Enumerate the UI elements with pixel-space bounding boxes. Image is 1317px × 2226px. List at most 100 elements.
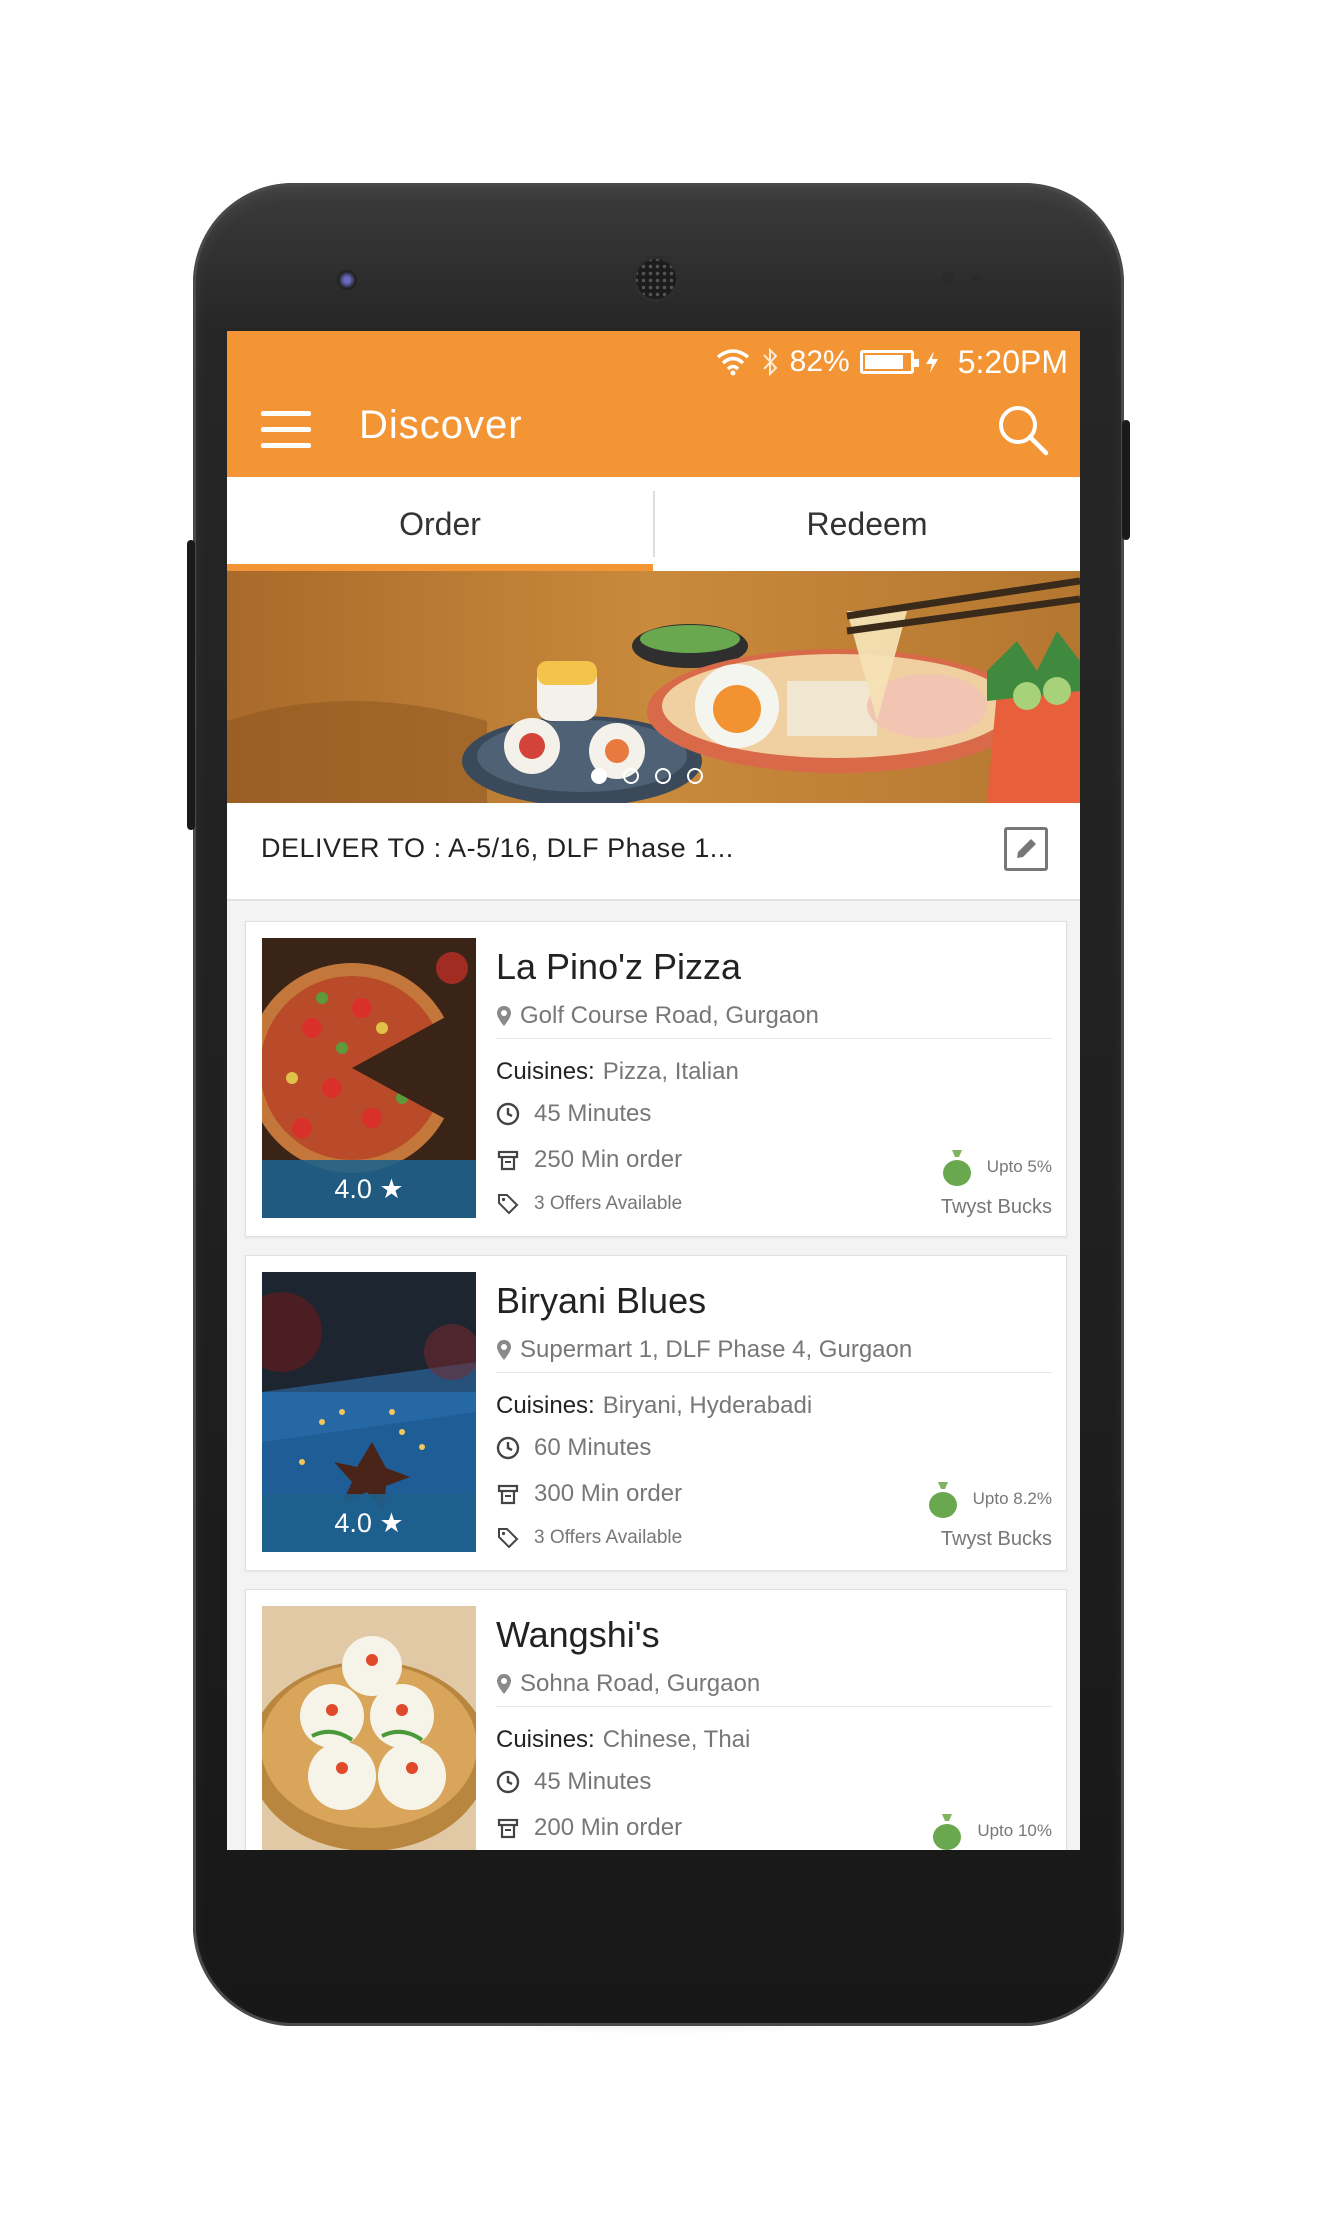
- delivery-time-row: 60 Minutes: [496, 1434, 651, 1462]
- cuisines-label: Cuisines:: [496, 1058, 595, 1085]
- min-order-row: 200 Min order: [496, 1814, 682, 1842]
- min-order-row: 300 Min order: [496, 1480, 682, 1508]
- delivery-address-bar[interactable]: DELIVER TO : A-5/16, DLF Phase 1...: [227, 803, 1080, 901]
- delivery-time: 45 Minutes: [534, 1768, 652, 1795]
- wifi-icon: [716, 349, 749, 376]
- receipt-icon: [497, 1484, 519, 1505]
- restaurant-address: Supermart 1, DLF Phase 4, Gurgaon: [496, 1336, 912, 1364]
- volume-button: [187, 540, 195, 830]
- tab-redeem[interactable]: Redeem: [654, 477, 1080, 571]
- tab-order[interactable]: Order: [227, 477, 653, 571]
- pagination-dot[interactable]: [623, 768, 639, 784]
- restaurant-image-pizza: 4.0 ★: [262, 938, 476, 1218]
- search-icon: [999, 406, 1049, 456]
- cuisines-value: Chinese, Thai: [602, 1726, 751, 1753]
- page-title: Discover: [359, 403, 523, 447]
- restaurant-image-biryani: 4.0 ★: [262, 1272, 476, 1552]
- bucks-percent: Upto 8.2%: [972, 1489, 1052, 1508]
- app-bar: 82% 5:20PM Discover: [227, 331, 1080, 477]
- tag-icon: [498, 1528, 519, 1549]
- cuisines-row: Cuisines: Biryani, Hyderabadi: [496, 1392, 812, 1420]
- receipt-icon: [497, 1818, 519, 1839]
- twyst-bucks: Upto 8.2% Twyst Bucks: [927, 1480, 1052, 1551]
- delivery-time-row: 45 Minutes: [496, 1100, 651, 1128]
- menu-icon: [261, 411, 311, 416]
- bucks-label: Twyst Bucks: [940, 1196, 1052, 1218]
- restaurant-name: La Pino'z Pizza: [496, 946, 742, 987]
- battery-icon: [859, 350, 919, 374]
- restaurant-card[interactable]: 4.0 ★ La Pino'z Pizza Golf Course Road, …: [245, 921, 1067, 1237]
- banner-pagination: [227, 768, 1080, 788]
- bluetooth-icon: [762, 347, 778, 377]
- restaurant-address: Golf Course Road, Gurgaon: [496, 1002, 819, 1030]
- receipt-icon: [497, 1150, 519, 1171]
- restaurant-name: Wangshi's: [496, 1614, 660, 1655]
- delivery-address: DELIVER TO : A-5/16, DLF Phase 1...: [261, 833, 734, 863]
- location-pin-icon: [497, 1340, 511, 1360]
- status-bar: 82% 5:20PM: [716, 343, 1068, 381]
- restaurant-image-dimsum: [262, 1606, 476, 1850]
- twyst-bucks: Upto 10%: [931, 1812, 1052, 1850]
- tab-order-label: Order: [399, 506, 481, 542]
- money-bag-icon: [942, 1150, 971, 1186]
- min-order: 250 Min order: [534, 1146, 683, 1173]
- bucks-percent-row: Upto 5%: [941, 1148, 1052, 1186]
- tab-redeem-label: Redeem: [806, 506, 928, 542]
- divider: [496, 1038, 1052, 1039]
- menu-icon-line: [261, 443, 311, 448]
- clock-time: 5:20PM: [957, 343, 1068, 380]
- bucks-percent: Upto 10%: [977, 1821, 1052, 1840]
- screen: 82% 5:20PM Discover Order Redeem DELIVER…: [227, 331, 1080, 1850]
- tag-icon: [498, 1194, 519, 1215]
- offers-row[interactable]: 3 Offers Available: [496, 1526, 682, 1550]
- address-text: Golf Course Road, Gurgaon: [520, 1002, 819, 1029]
- bucks-percent-row: Upto 10%: [931, 1812, 1052, 1850]
- divider: [496, 1372, 1052, 1373]
- pagination-dot[interactable]: [655, 768, 671, 784]
- min-order: 200 Min order: [534, 1814, 683, 1841]
- cuisines-label: Cuisines:: [496, 1726, 595, 1753]
- light-sensor: [972, 274, 981, 283]
- delivery-time-row: 45 Minutes: [496, 1768, 651, 1796]
- bucks-percent: Upto 5%: [986, 1157, 1052, 1176]
- min-order: 300 Min order: [534, 1480, 683, 1507]
- restaurant-card[interactable]: 4.0 ★ Biryani Blues Supermart 1, DLF Pha…: [245, 1255, 1067, 1571]
- clock-icon: [496, 1770, 520, 1794]
- cuisines-row: Cuisines: Chinese, Thai: [496, 1726, 750, 1754]
- money-bag-icon: [928, 1482, 957, 1518]
- location-pin-icon: [497, 1006, 511, 1026]
- bucks-percent-row: Upto 8.2%: [927, 1480, 1052, 1518]
- divider: [496, 1706, 1052, 1707]
- menu-icon-line: [261, 427, 311, 432]
- delivery-time: 60 Minutes: [534, 1434, 652, 1461]
- front-camera: [337, 270, 357, 290]
- pencil-icon: [1017, 839, 1036, 858]
- pagination-dot[interactable]: [591, 768, 607, 784]
- edit-address-button[interactable]: [1004, 827, 1048, 871]
- battery-percent: 82%: [789, 345, 850, 378]
- cuisines-label: Cuisines:: [496, 1392, 595, 1419]
- restaurant-address: Sohna Road, Gurgaon: [496, 1670, 760, 1698]
- twyst-bucks: Upto 5% Twyst Bucks: [941, 1148, 1052, 1219]
- offers-row[interactable]: 3 Offers Available: [496, 1192, 682, 1216]
- pagination-dot[interactable]: [687, 768, 703, 784]
- bucks-label: Twyst Bucks: [940, 1528, 1052, 1550]
- restaurant-name: Biryani Blues: [496, 1280, 707, 1321]
- tab-bar: Order Redeem: [227, 477, 1080, 571]
- offers-text: 3 Offers Available: [534, 1527, 683, 1548]
- earpiece-speaker: [633, 256, 679, 302]
- cuisines-value: Pizza, Italian: [602, 1058, 739, 1085]
- address-text: Sohna Road, Gurgaon: [520, 1670, 761, 1697]
- clock-icon: [496, 1102, 520, 1126]
- clock-icon: [496, 1436, 520, 1460]
- cuisines-value: Biryani, Hyderabadi: [602, 1392, 813, 1419]
- delivery-time: 45 Minutes: [534, 1100, 652, 1127]
- rating-badge: 4.0 ★: [262, 1160, 476, 1218]
- location-pin-icon: [497, 1674, 511, 1694]
- proximity-sensor: [942, 272, 954, 284]
- rating-badge: 4.0 ★: [262, 1494, 476, 1552]
- address-text: Supermart 1, DLF Phase 4, Gurgaon: [520, 1336, 913, 1363]
- menu-button[interactable]: [261, 411, 311, 451]
- search-button[interactable]: [996, 403, 1050, 457]
- restaurant-card[interactable]: Wangshi's Sohna Road, Gurgaon Cuisines: C…: [245, 1589, 1067, 1850]
